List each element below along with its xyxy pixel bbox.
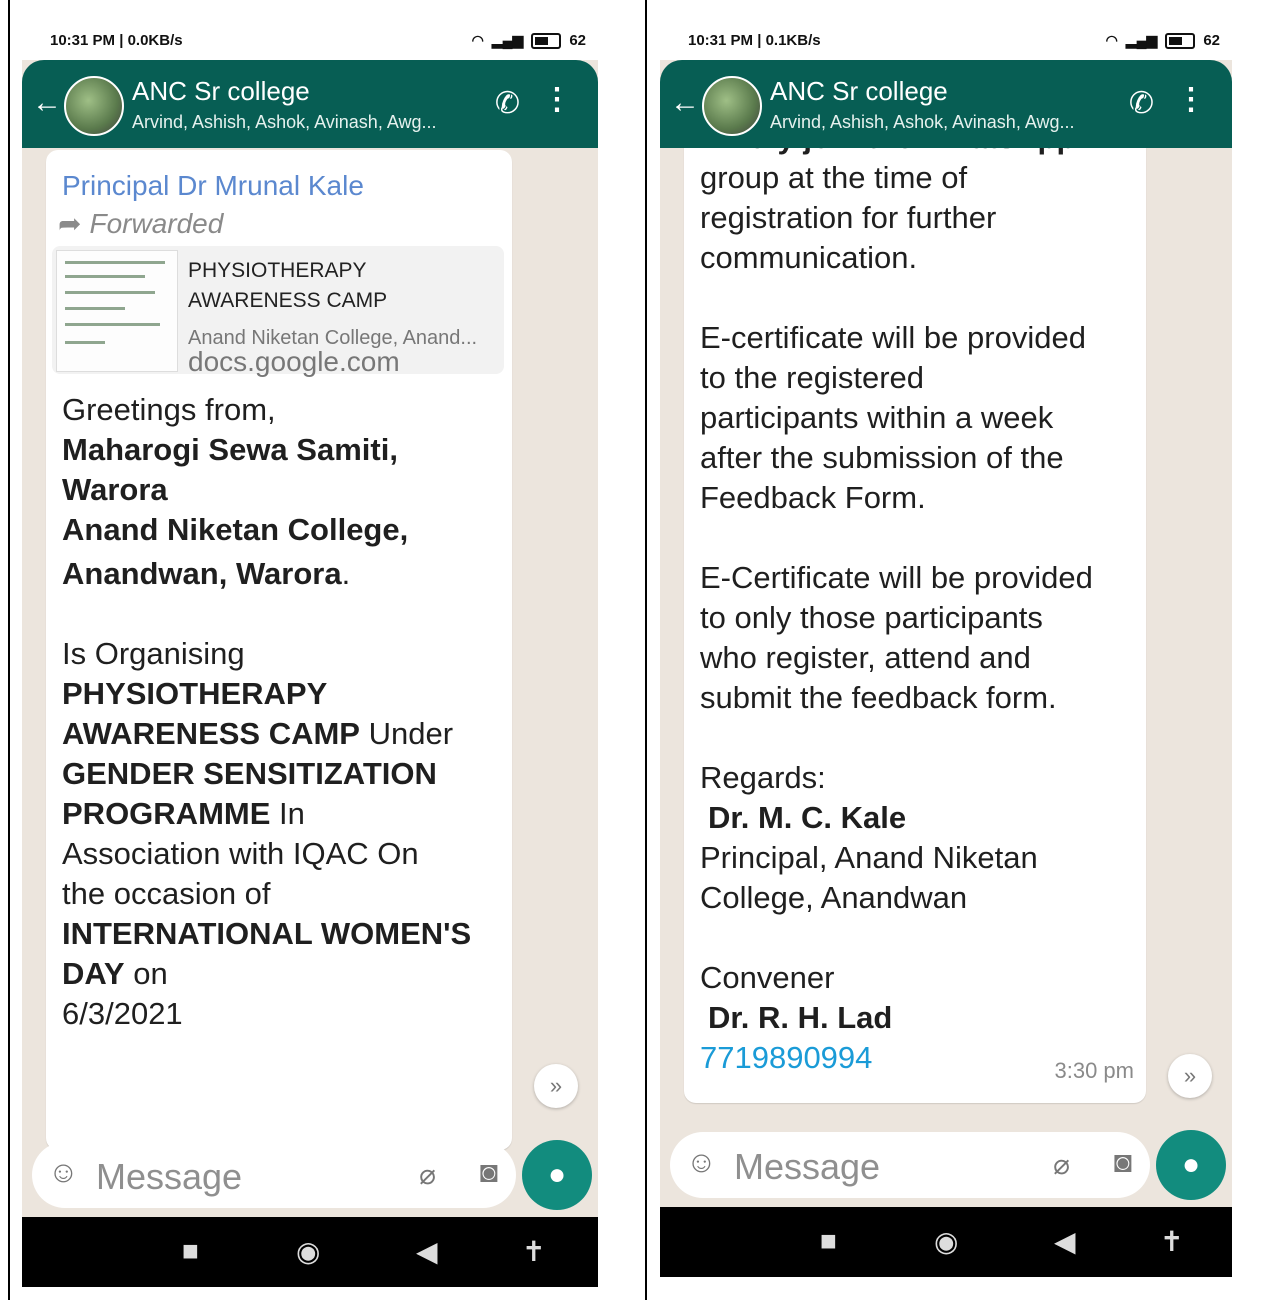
battery-icon [531, 32, 562, 49]
message-text: Greetings from, Maharogi Sewa Samiti, Wa… [62, 392, 472, 1031]
emoji-icon[interactable]: ☺ [686, 1146, 717, 1180]
chat-area[interactable]: Principal Dr Mrunal Kale ➦ Forwarded PHYS… [22, 148, 598, 1217]
mic-icon[interactable]: ● [1156, 1130, 1226, 1200]
status-bar: 10:31 PM | 0.1KB/s ◠ ▂▄▆ 62 [660, 0, 1232, 60]
status-time: 10:31 PM | 0.0KB/s [50, 32, 183, 49]
message-bubble[interactable]: Principal Dr Mrunal Kale ➦ Forwarded PHYS… [46, 150, 512, 1150]
chat-title[interactable]: ANC Sr college [770, 76, 948, 107]
back-nav-icon[interactable]: ◀ [416, 1235, 438, 1268]
chat-members[interactable]: Arvind, Ashish, Ashok, Avinash, Awg... [132, 112, 437, 133]
back-arrow-icon[interactable]: ← [670, 86, 700, 120]
wifi-icon: ◠ [1105, 32, 1118, 48]
chat-area[interactable]: Kindly join the WhatsApp group at the ti… [660, 148, 1232, 1207]
add-call-icon[interactable]: ✆ [495, 86, 520, 121]
link-thumbnail [56, 250, 178, 372]
wifi-icon: ◠ [471, 32, 484, 48]
forwarded-label: ➦ Forwarded [58, 208, 224, 239]
chat-title[interactable]: ANC Sr college [132, 76, 310, 107]
signal-icon: ▂▄▆ [491, 32, 524, 48]
sender-name: Principal Dr Mrunal Kale [62, 170, 364, 201]
mic-icon[interactable]: ● [522, 1140, 592, 1210]
link-preview[interactable]: PHYSIOTHERAPY AWARENESS CAMP Anand Niket… [52, 246, 504, 377]
frame-border-middle [645, 0, 647, 1300]
add-call-icon[interactable]: ✆ [1129, 86, 1154, 121]
home-icon[interactable]: ◉ [296, 1235, 320, 1268]
scroll-down-icon[interactable]: » [1168, 1054, 1212, 1098]
recent-apps-icon[interactable]: ■ [820, 1225, 837, 1257]
group-avatar[interactable] [64, 76, 124, 136]
back-nav-icon[interactable]: ◀ [1054, 1225, 1076, 1258]
chat-header: ← ANC Sr college Arvind, Ashish, Ashok, … [660, 60, 1232, 148]
link-title: PHYSIOTHERAPY AWARENESS CAMP [188, 259, 388, 312]
camera-icon[interactable]: ◙ [1114, 1146, 1132, 1180]
more-options-icon[interactable]: ⋮ [542, 82, 572, 117]
more-options-icon[interactable]: ⋮ [1176, 82, 1206, 117]
message-input-bar[interactable]: ☺ Message ⌀ ◙ [32, 1142, 516, 1208]
phone-screenshot-1: 10:31 PM | 0.0KB/s ◠ ▂▄▆ 62 ← ANC Sr col… [22, 0, 598, 1287]
android-nav-bar: ■ ◉ ◀ ✝ [660, 1207, 1232, 1277]
chat-members[interactable]: Arvind, Ashish, Ashok, Avinash, Awg... [770, 112, 1075, 133]
message-time: 3:30 pm [1054, 1058, 1135, 1083]
chat-header: ← ANC Sr college Arvind, Ashish, Ashok, … [22, 60, 598, 148]
message-input[interactable]: Message [734, 1146, 880, 1188]
home-icon[interactable]: ◉ [934, 1225, 958, 1258]
accessibility-icon[interactable]: ✝ [1160, 1225, 1183, 1258]
message-input-bar[interactable]: ☺ Message ⌀ ◙ [670, 1132, 1150, 1198]
group-avatar[interactable] [702, 76, 762, 136]
back-arrow-icon[interactable]: ← [32, 86, 62, 120]
camera-icon[interactable]: ◙ [480, 1156, 498, 1190]
scroll-down-icon[interactable]: » [534, 1064, 578, 1108]
emoji-icon[interactable]: ☺ [48, 1156, 79, 1190]
attach-icon[interactable]: ⌀ [1053, 1148, 1070, 1181]
attach-icon[interactable]: ⌀ [419, 1158, 436, 1191]
frame-border-left [8, 0, 10, 1300]
forward-arrow-icon: ➦ [58, 208, 82, 239]
phone-screenshot-2: 10:31 PM | 0.1KB/s ◠ ▂▄▆ 62 ← ANC Sr col… [660, 0, 1232, 1277]
android-nav-bar: ■ ◉ ◀ ✝ [22, 1217, 598, 1287]
status-time: 10:31 PM | 0.1KB/s [688, 32, 821, 49]
battery-icon [1165, 32, 1196, 49]
status-bar: 10:31 PM | 0.0KB/s ◠ ▂▄▆ 62 [22, 0, 598, 60]
battery-level: 62 [569, 32, 586, 49]
message-input[interactable]: Message [96, 1156, 242, 1198]
message-text: Kindly join the WhatsApp group at the ti… [700, 148, 1136, 1078]
message-bubble[interactable]: Kindly join the WhatsApp group at the ti… [684, 148, 1146, 1103]
battery-level: 62 [1203, 32, 1220, 49]
recent-apps-icon[interactable]: ■ [182, 1235, 199, 1267]
link-url: docs.google.com [188, 346, 400, 377]
signal-icon: ▂▄▆ [1125, 32, 1158, 48]
accessibility-icon[interactable]: ✝ [522, 1235, 545, 1268]
